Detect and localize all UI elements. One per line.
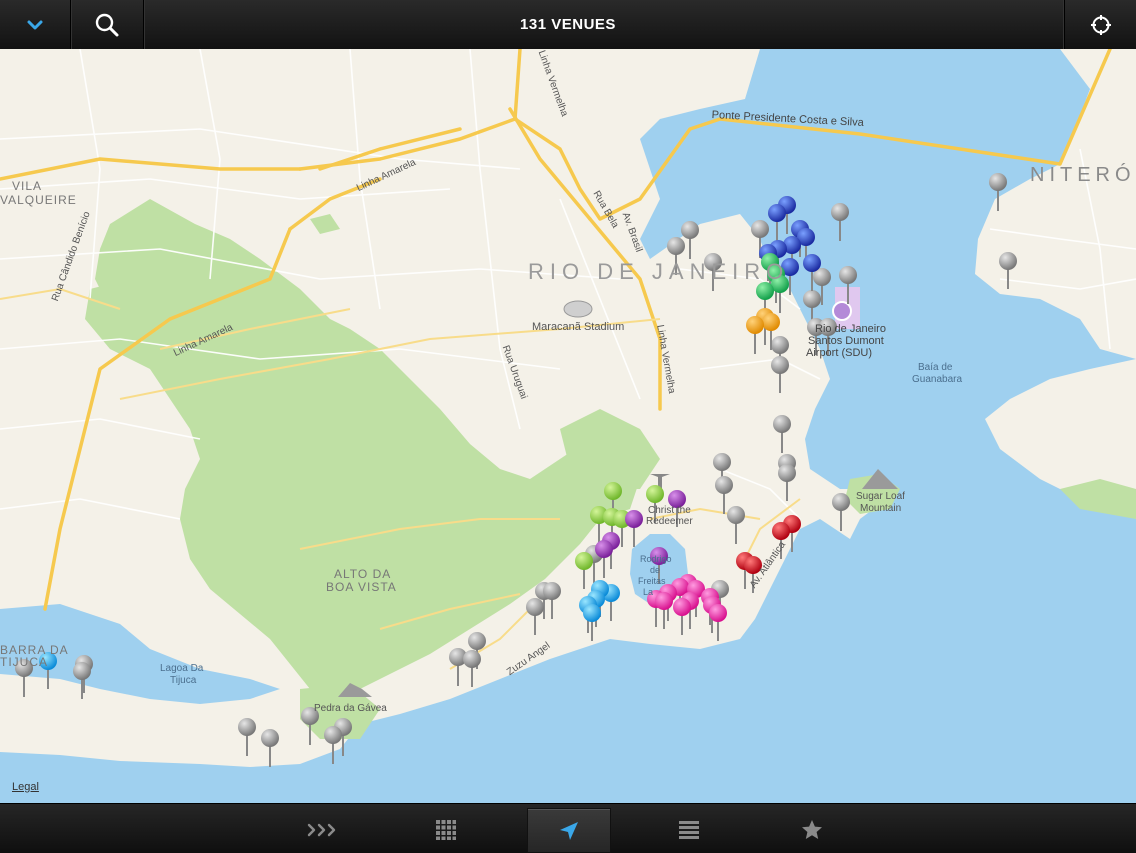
chevron-down-icon: [27, 20, 43, 29]
tab-list[interactable]: [648, 808, 730, 851]
label-alto-1: ALTO DA: [334, 567, 392, 581]
grid-icon: [436, 819, 456, 840]
label-lagoa-tijuca-2: Tijuca: [170, 675, 197, 686]
label-barra-2: TIJUCA: [0, 655, 48, 669]
tab-bar: [0, 803, 1136, 853]
label-sdu-3: Airport (SDU): [806, 347, 873, 359]
search-icon: [95, 13, 119, 36]
label-rio-de-janeiro: RIO DE JANEIRO: [528, 259, 790, 284]
label-lagoa-1: Rodrigo: [640, 554, 672, 564]
collapse-button[interactable]: [0, 0, 71, 49]
label-baia-2: Guanabara: [912, 374, 963, 385]
location-arrow-icon: [560, 821, 578, 840]
label-alto-2: BOA VISTA: [326, 580, 397, 594]
legal-link[interactable]: Legal: [12, 781, 39, 793]
airport-icon: [832, 301, 852, 321]
star-icon: [802, 819, 822, 839]
label-sugar-2: Mountain: [860, 503, 902, 514]
crosshair-icon: [1090, 14, 1111, 35]
label-valqueire: VALQUEIRE: [0, 193, 77, 207]
map-view[interactable]: NITERÓ RIO DE JANEIRO VILA VALQUEIRE Pon…: [0, 49, 1136, 803]
page-title: 131 VENUES: [520, 16, 616, 33]
list-icon: [679, 820, 699, 839]
label-lagoa-2: de: [650, 565, 661, 575]
map-canvas[interactable]: [0, 49, 1136, 803]
tab-featured[interactable]: [282, 808, 364, 851]
label-niteroi: NITERÓ: [1030, 164, 1136, 186]
top-bar: 131 VENUES: [0, 0, 1136, 50]
label-sdu-2: Santos Dumont: [808, 335, 884, 347]
tab-grid[interactable]: [405, 808, 487, 851]
triple-chevron-icon: [307, 823, 336, 836]
label-pedra-gavea: Pedra da Gávea: [314, 703, 387, 714]
label-lagoa-tijuca-1: Lagoa Da: [160, 663, 204, 674]
label-christ-2: Redeemer: [646, 516, 693, 527]
tab-favorites[interactable]: [771, 808, 853, 851]
label-vila: VILA: [12, 179, 43, 193]
label-christ-1: Christ the: [648, 505, 691, 516]
label-maracana: Maracanã Stadium: [532, 321, 625, 333]
label-baia-1: Baía de: [918, 362, 953, 373]
label-sdu-1: Rio de Janeiro: [815, 323, 886, 335]
maracana-stadium-icon: [563, 300, 593, 318]
locate-button[interactable]: [1064, 0, 1136, 49]
label-lagoa-3: Freitas: [638, 576, 666, 586]
label-lagoa-4: La: [643, 587, 654, 597]
tab-map[interactable]: [527, 808, 611, 853]
label-sugar-1: Sugar Loaf: [856, 491, 905, 502]
search-button[interactable]: [71, 0, 144, 49]
